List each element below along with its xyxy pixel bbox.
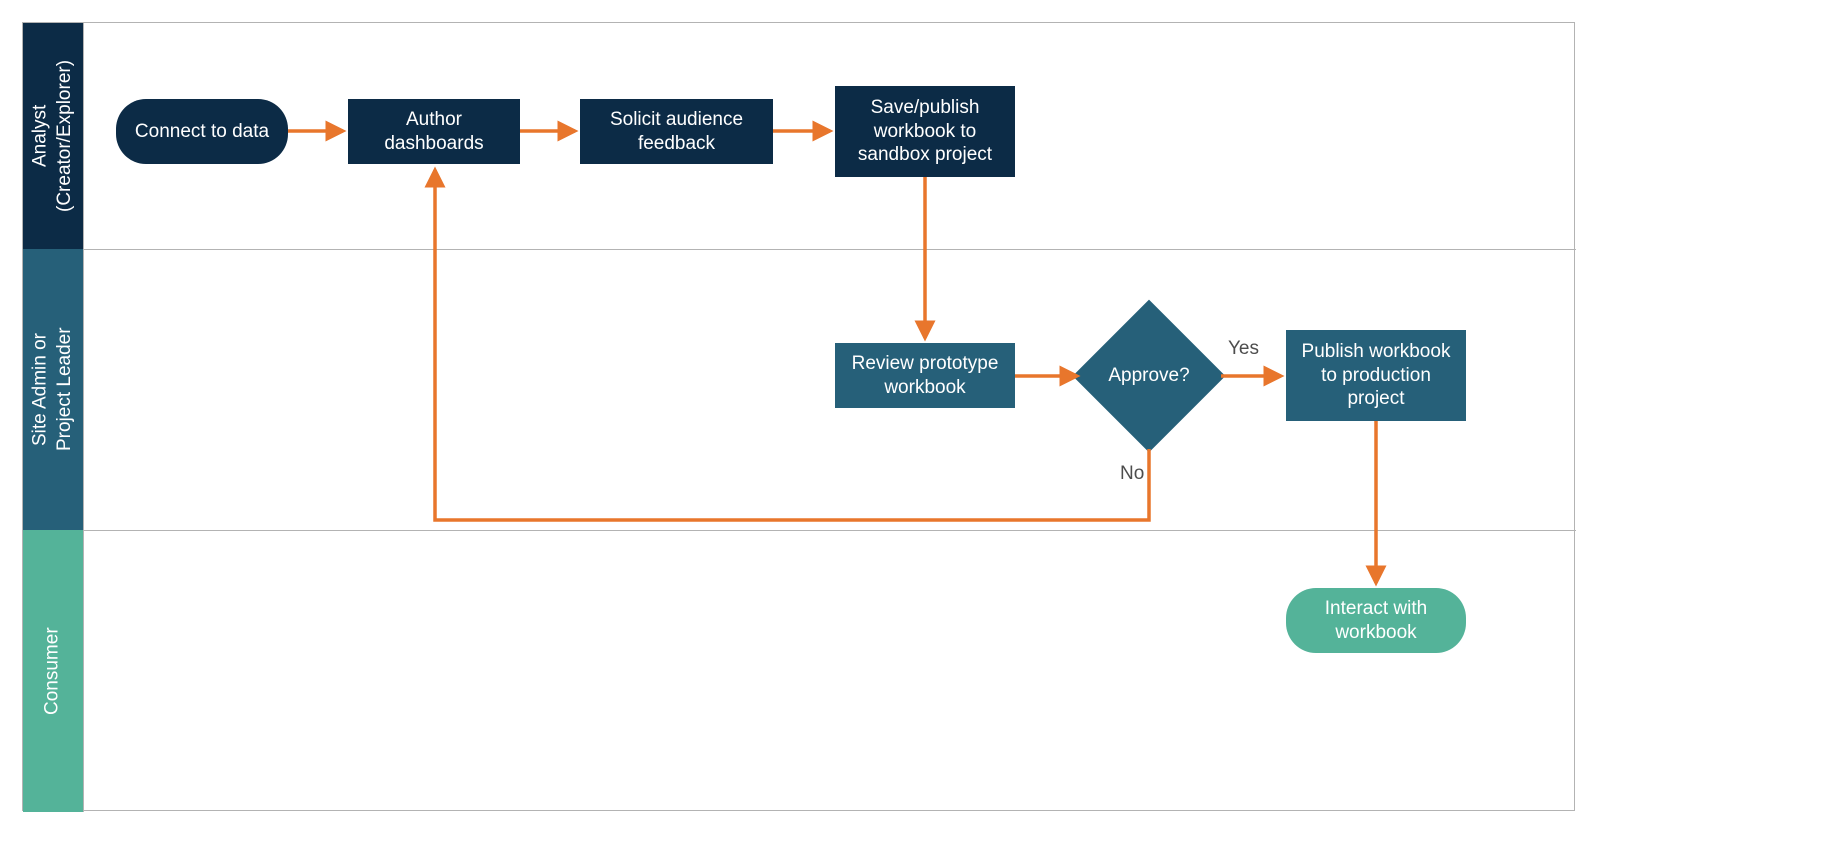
swimlane-label-siteadmin: Site Admin or Project Leader: [23, 249, 83, 530]
node-label: Author dashboards: [360, 108, 508, 156]
swimlane-label-text: Site Admin or Project Leader: [28, 328, 77, 452]
lane-divider-2: [83, 530, 1576, 531]
node-label: Interact with workbook: [1298, 597, 1454, 645]
node-label: Connect to data: [135, 120, 269, 144]
node-label: Review prototype workbook: [847, 352, 1003, 400]
node-connect-to-data: Connect to data: [116, 99, 288, 164]
swimlane-label-text: Consumer: [41, 627, 66, 715]
node-label: Save/publish workbook to sandbox project: [847, 96, 1003, 167]
node-label: Approve?: [1074, 301, 1224, 451]
node-label: Solicit audience feedback: [592, 108, 761, 156]
node-author-dashboards: Author dashboards: [348, 99, 520, 164]
node-save-publish-sandbox: Save/publish workbook to sandbox project: [835, 86, 1015, 177]
node-label: Publish workbook to production project: [1298, 340, 1454, 411]
swimlane-diagram: Analyst (Creator/Explorer) Site Admin or…: [22, 22, 1575, 811]
swimlane-label-text: Analyst (Creator/Explorer): [28, 60, 77, 212]
swimlane-label-consumer: Consumer: [23, 530, 83, 812]
node-publish-production: Publish workbook to production project: [1286, 330, 1466, 421]
lane-vertical-divider: [83, 23, 84, 812]
node-solicit-feedback: Solicit audience feedback: [580, 99, 773, 164]
node-interact-workbook: Interact with workbook: [1286, 588, 1466, 653]
lane-divider-1: [83, 249, 1576, 250]
swimlane-label-analyst: Analyst (Creator/Explorer): [23, 23, 83, 249]
node-approve-decision: Approve?: [1074, 301, 1224, 451]
decision-label-yes: Yes: [1228, 338, 1259, 360]
decision-label-no: No: [1120, 463, 1144, 485]
node-review-prototype: Review prototype workbook: [835, 343, 1015, 408]
